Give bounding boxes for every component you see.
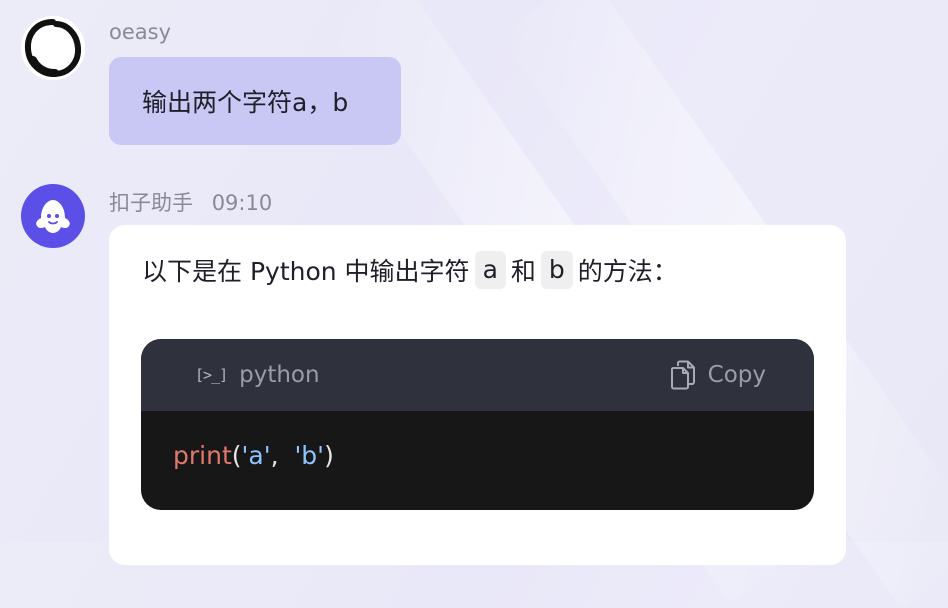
bot-avatar[interactable] [21, 184, 85, 248]
answer-mid: 和 [510, 257, 536, 286]
user-message-text: 输出两个字符a，b [142, 88, 349, 117]
code-sep: , [270, 441, 295, 470]
ghost-icon [36, 200, 70, 233]
answer-prefix: 以下是在 Python 中输出字符 [142, 257, 470, 286]
code-func: print [173, 441, 232, 470]
answer-text: 以下是在 Python 中输出字符 a 和 b 的方法： [142, 251, 678, 289]
bot-sender-line: 扣子助手 09:10 [109, 187, 272, 217]
code-language: [>_] python [195, 362, 320, 388]
answer-suffix: 的方法： [577, 257, 678, 286]
code-block: [>_] python Copy print('a', 'b') [141, 339, 814, 510]
user-avatar[interactable] [21, 16, 85, 80]
code-language-label: python [239, 362, 320, 388]
user-message-bubble: 输出两个字符a，b [109, 57, 401, 145]
copy-icon [670, 360, 695, 390]
code-open: ( [231, 441, 242, 470]
code-close: ) [324, 441, 334, 470]
terminal-icon: [>_] [195, 366, 228, 384]
message-timestamp: 09:10 [211, 191, 273, 215]
bot-message-card: 以下是在 Python 中输出字符 a 和 b 的方法： [>_] python… [109, 225, 846, 565]
ink-circle-icon [21, 16, 85, 80]
code-content: print('a', 'b') [141, 411, 814, 500]
code-block-header: [>_] python Copy [141, 339, 814, 411]
code-arg2: 'b' [294, 441, 325, 470]
inline-code-b: b [540, 251, 573, 289]
bot-sender-name: 扣子助手 [109, 191, 193, 215]
copy-button-label: Copy [707, 362, 766, 388]
copy-button[interactable]: Copy [670, 360, 766, 390]
user-sender-name: oeasy [109, 20, 172, 44]
inline-code-a: a [474, 251, 506, 289]
code-arg1: 'a' [241, 441, 271, 470]
